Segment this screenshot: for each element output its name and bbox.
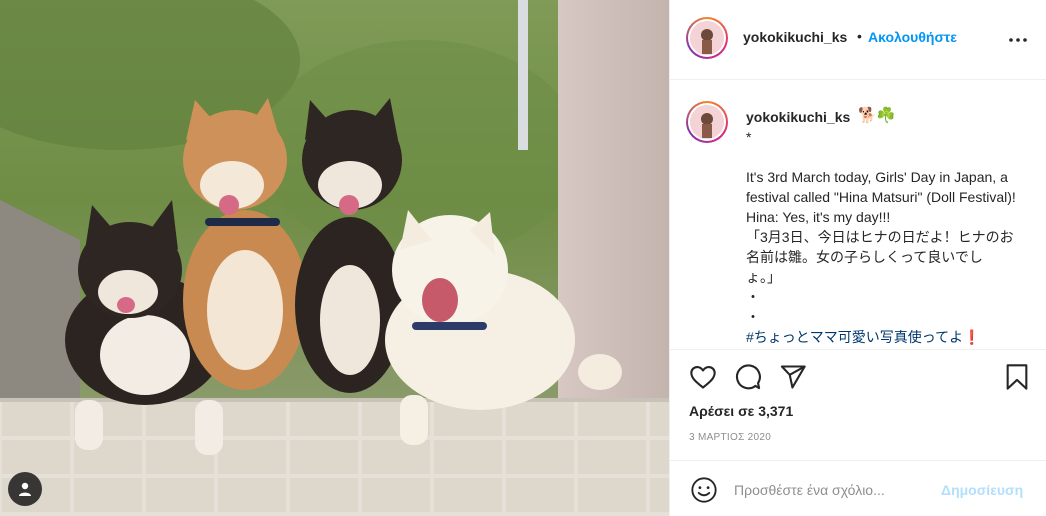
heart-icon <box>690 366 716 389</box>
post-date[interactable]: 3 ΜΑΡΤΙΟΣ 2020 <box>689 432 771 443</box>
avatar-image <box>690 21 724 55</box>
like-button[interactable] <box>689 363 717 391</box>
user-tag-button[interactable] <box>8 472 42 506</box>
header-username-link[interactable]: yokokikuchi_ks <box>743 29 847 45</box>
post-photo-image <box>0 0 669 516</box>
comment-icon <box>736 364 761 390</box>
caption-avatar-image <box>690 105 724 139</box>
post-photo[interactable] <box>0 0 669 516</box>
comment-button[interactable] <box>734 363 762 391</box>
post-side-panel: yokokikuchi_ks • Ακολουθήστε yokokikuchi… <box>669 0 1046 516</box>
caption-text: * It's 3rd March today, Girls' Day in Ja… <box>746 129 1016 325</box>
save-button[interactable] <box>1003 363 1031 391</box>
caption-username-link[interactable]: yokokikuchi_ks <box>746 109 850 125</box>
post-header: yokokikuchi_ks • Ακολουθήστε <box>670 0 1046 80</box>
more-horizontal-icon <box>1009 38 1027 42</box>
emoji-button[interactable] <box>690 476 718 504</box>
user-tag-icon <box>19 482 31 496</box>
caption-hashtag-link[interactable]: #ちょっとママ可愛い写真使ってよ❗️ <box>746 327 981 347</box>
more-options-button[interactable] <box>1006 30 1030 50</box>
comment-input[interactable] <box>734 477 934 503</box>
action-bar <box>670 350 1046 400</box>
follow-button[interactable]: Ακολουθήστε <box>868 29 957 45</box>
avatar[interactable] <box>686 17 728 59</box>
smile-icon <box>691 477 717 503</box>
bookmark-icon <box>1006 364 1028 390</box>
caption-avatar[interactable] <box>686 101 728 143</box>
likes-count[interactable]: Αρέσει σε 3,371 <box>689 403 793 419</box>
share-button[interactable] <box>779 363 807 391</box>
header-separator: • <box>857 28 862 44</box>
caption-section: yokokikuchi_ks 🐕☘️ * It's 3rd March toda… <box>670 80 1046 350</box>
caption-emoji: 🐕☘️ <box>858 107 896 124</box>
comment-bar: Δημοσίευση <box>670 460 1046 516</box>
share-icon <box>780 365 806 389</box>
post-comment-button[interactable]: Δημοσίευση <box>941 482 1023 498</box>
